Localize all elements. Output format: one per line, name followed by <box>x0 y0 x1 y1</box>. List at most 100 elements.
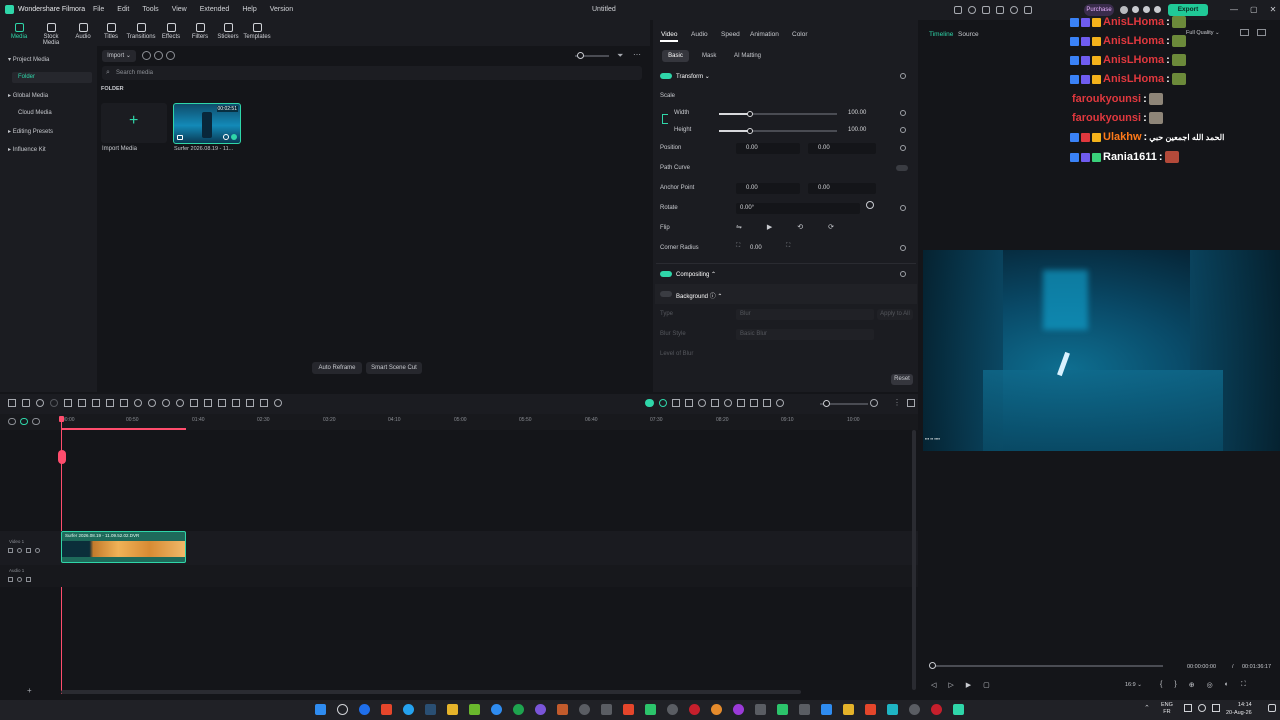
xbox-icon[interactable] <box>513 704 524 715</box>
render-icon[interactable] <box>659 399 667 407</box>
voice-icon[interactable] <box>166 51 175 60</box>
app-icon[interactable] <box>755 704 766 715</box>
redo-icon[interactable] <box>50 399 58 407</box>
filmora-taskbar-icon[interactable] <box>953 704 964 715</box>
toolbar-stickers[interactable]: Stickers <box>212 22 244 40</box>
rotate-right-icon[interactable]: ⟳ <box>828 223 834 231</box>
cloud-icon[interactable] <box>968 6 976 14</box>
app-icon[interactable] <box>733 704 744 715</box>
color-icon[interactable] <box>134 399 142 407</box>
menu-version[interactable]: Version <box>270 6 293 13</box>
edit-icon[interactable] <box>120 399 128 407</box>
tab-source[interactable]: Source <box>958 31 979 38</box>
toolbar-titles[interactable]: Titles <box>95 22 127 40</box>
text-icon[interactable] <box>106 399 114 407</box>
smart-scene-cut-button[interactable]: Smart Scene Cut <box>366 362 422 374</box>
snapshot-icon[interactable] <box>685 399 693 407</box>
stop-icon[interactable]: ▢ <box>983 681 990 689</box>
corner-radius-value[interactable]: 0.00 <box>750 245 762 251</box>
reset-button[interactable]: Reset <box>891 374 913 385</box>
discord-icon[interactable] <box>535 704 546 715</box>
width-value[interactable]: 100.00 <box>848 110 866 116</box>
eye-icon[interactable] <box>32 418 40 425</box>
height-slider[interactable] <box>719 128 837 134</box>
keyframe-icon[interactable] <box>900 271 906 277</box>
ai-toggle-icon[interactable] <box>645 399 654 407</box>
preview-scrubber-knob[interactable] <box>929 662 936 669</box>
playhead-handle[interactable] <box>59 416 64 422</box>
import-media-tile[interactable]: + <box>101 103 167 143</box>
app-icon[interactable] <box>777 704 788 715</box>
mic-icon[interactable] <box>154 51 163 60</box>
zoom-icon[interactable]: ⊕ <box>1189 681 1195 689</box>
import-dropdown[interactable]: Import ⌄ <box>102 50 136 62</box>
audio-meter-icon[interactable]: ◐ <box>1225 681 1229 689</box>
undo-icon[interactable] <box>36 399 44 407</box>
app-icon[interactable] <box>843 704 854 715</box>
auto-reframe-button[interactable]: Auto Reframe <box>312 362 362 374</box>
menu-edit[interactable]: Edit <box>117 6 129 13</box>
volume-icon[interactable] <box>17 577 22 582</box>
volume-icon[interactable] <box>17 548 22 553</box>
nvidia-icon[interactable] <box>469 704 480 715</box>
search-input[interactable]: ⌕ Search media <box>102 66 642 80</box>
eye-icon[interactable] <box>35 548 40 553</box>
lock-icon[interactable] <box>26 577 31 582</box>
chrome-icon[interactable] <box>359 704 370 715</box>
keyframe-icon[interactable] <box>900 73 906 79</box>
notification-icon[interactable] <box>1268 704 1276 712</box>
folder-icon[interactable] <box>447 704 458 715</box>
sidebar-item-influence-kit[interactable]: ▸ Influence Kit <box>8 146 46 153</box>
keyframe-icon[interactable] <box>900 110 906 116</box>
tab-timeline[interactable]: Timeline <box>929 31 953 38</box>
tab-audio[interactable]: Audio <box>691 31 708 38</box>
toolbar-media[interactable]: Media <box>3 22 35 40</box>
ratio-dropdown[interactable]: 16:9 ⌄ <box>1125 682 1142 688</box>
lock-icon[interactable] <box>26 548 31 553</box>
flip-vertical-icon[interactable]: ▶ <box>767 223 772 231</box>
mic-icon[interactable] <box>724 399 732 407</box>
app-icon[interactable] <box>931 704 942 715</box>
tray-chevron-icon[interactable]: ⌃ <box>1144 704 1150 712</box>
preview-scrubber[interactable] <box>931 665 1163 667</box>
app-icon[interactable] <box>799 704 810 715</box>
timeline-vertical-scrollbar[interactable] <box>912 430 916 690</box>
mark-in-icon[interactable]: { <box>1160 681 1162 689</box>
speed-icon[interactable] <box>162 399 170 407</box>
rotate-field[interactable] <box>736 203 860 214</box>
store-icon[interactable] <box>954 6 962 14</box>
more-icon[interactable]: ⋯ <box>633 50 641 59</box>
keyframe-icon[interactable] <box>900 145 906 151</box>
corner-radius-plus-icon[interactable]: ⛶ <box>786 243 790 250</box>
menu-view[interactable]: View <box>172 6 187 13</box>
menu-help[interactable]: Help <box>242 6 256 13</box>
volume-icon[interactable] <box>1198 704 1206 712</box>
play-icon[interactable]: ▶ <box>966 681 971 689</box>
github-icon[interactable] <box>601 704 612 715</box>
step-back-icon[interactable]: ◁ <box>931 681 936 689</box>
cloud-app-icon[interactable] <box>711 704 722 715</box>
notification-icon[interactable] <box>1010 6 1018 14</box>
clock[interactable]: 14:14 20-Aug-26 <box>1226 701 1252 717</box>
video-viewer[interactable]: ▪▪▪ ▪▪ ▪▪▪▪ <box>923 250 1280 451</box>
playhead-marker[interactable] <box>58 450 66 464</box>
transform-toggle[interactable] <box>660 73 672 79</box>
menu-extended[interactable]: Extended <box>200 6 230 13</box>
path-curve-toggle[interactable] <box>896 165 908 171</box>
tab-color[interactable]: Color <box>792 31 808 38</box>
shield-icon[interactable] <box>711 399 719 407</box>
gift-icon[interactable] <box>1024 6 1032 14</box>
snapshot-icon[interactable]: ◎ <box>1207 681 1213 689</box>
reverse-icon[interactable] <box>176 399 184 407</box>
background-toggle[interactable] <box>660 291 672 297</box>
link-icon[interactable] <box>20 418 28 425</box>
toolbar-effects[interactable]: Effects <box>155 22 187 40</box>
height-value[interactable]: 100.00 <box>848 127 866 133</box>
keyframe-icon[interactable] <box>900 245 906 251</box>
edge-icon[interactable] <box>403 704 414 715</box>
height-slider-knob[interactable] <box>747 128 753 134</box>
tab-animation[interactable]: Animation <box>750 31 779 38</box>
step-forward-icon[interactable]: ▷ <box>948 681 953 689</box>
browser-icon[interactable] <box>491 704 502 715</box>
steam-icon[interactable] <box>425 704 436 715</box>
